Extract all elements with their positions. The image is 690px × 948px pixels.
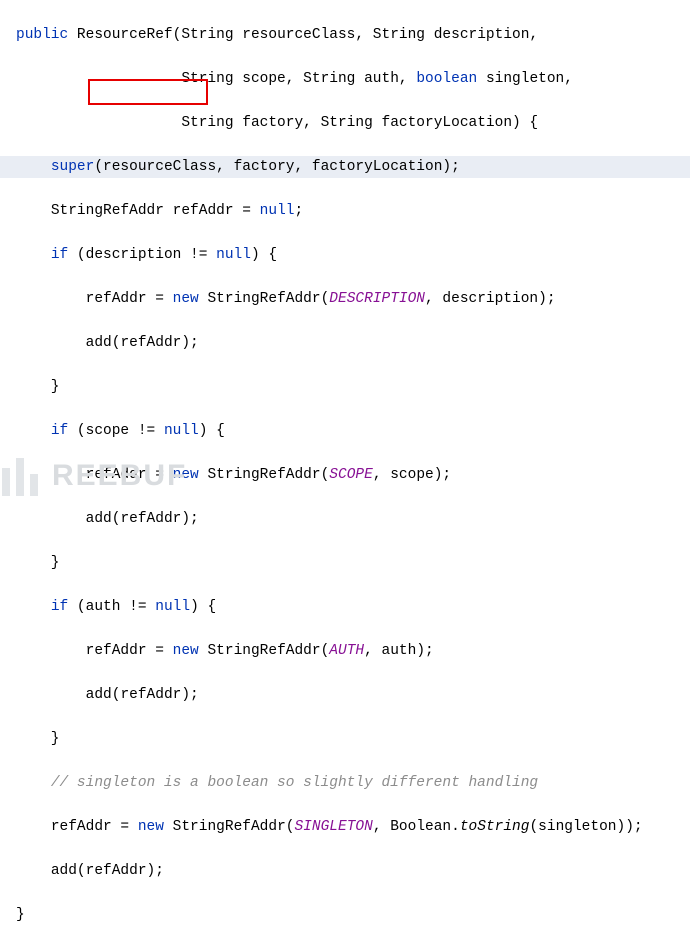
code-line: if (description != null) {	[0, 244, 690, 266]
var: description	[86, 247, 182, 263]
keyword-public: public	[16, 27, 68, 43]
code-line: add(refAddr);	[0, 860, 690, 882]
code-line: refAddr = new StringRefAddr(SINGLETON, B…	[0, 816, 690, 838]
arg: refAddr	[86, 863, 147, 879]
keyword-if: if	[51, 599, 68, 615]
code-line: refAddr = new StringRefAddr(DESCRIPTION,…	[0, 288, 690, 310]
code-line: }	[0, 376, 690, 398]
keyword-null: null	[164, 423, 199, 439]
arg: refAddr	[120, 687, 181, 703]
fn: add	[51, 863, 77, 879]
type-string: String	[321, 115, 373, 131]
const: SINGLETON	[294, 819, 372, 835]
arg: resourceClass	[103, 159, 216, 175]
code-line: add(refAddr);	[0, 508, 690, 530]
code-block: public ResourceRef(String resourceClass,…	[0, 0, 690, 948]
param: singleton	[486, 71, 564, 87]
var: refAddr	[86, 643, 147, 659]
keyword-new: new	[173, 643, 199, 659]
code-line: public ResourceRef(String resourceClass,…	[0, 24, 690, 46]
type-string: String	[181, 115, 233, 131]
arg: description	[442, 291, 538, 307]
code-line: StringRefAddr refAddr = null;	[0, 200, 690, 222]
const: AUTH	[329, 643, 364, 659]
arg: singleton	[538, 819, 616, 835]
var: refAddr	[86, 291, 147, 307]
comment: // singleton is a boolean so slightly di…	[51, 775, 538, 791]
arg: auth	[382, 643, 417, 659]
arg: refAddr	[120, 511, 181, 527]
code-line: add(refAddr);	[0, 332, 690, 354]
var: refAddr	[51, 819, 112, 835]
method-tostring: toString	[460, 819, 530, 835]
type: StringRefAddr	[207, 467, 320, 483]
param: description	[434, 27, 530, 43]
type: StringRefAddr	[173, 819, 286, 835]
var: refAddr	[86, 467, 147, 483]
type-string: String	[373, 27, 425, 43]
type: StringRefAddr	[207, 643, 320, 659]
param: factoryLocation	[382, 115, 513, 131]
keyword-null: null	[216, 247, 251, 263]
param: scope	[242, 71, 286, 87]
code-line: add(refAddr);	[0, 684, 690, 706]
param: resourceClass	[242, 27, 355, 43]
arg: scope	[390, 467, 434, 483]
keyword-boolean: boolean	[416, 71, 477, 87]
keyword-new: new	[173, 291, 199, 307]
code-line: }	[0, 728, 690, 750]
code-line: if (auth != null) {	[0, 596, 690, 618]
keyword-if: if	[51, 423, 68, 439]
code-line-highlighted: super(resourceClass, factory, factoryLoc…	[0, 156, 690, 178]
keyword-if: if	[51, 247, 68, 263]
constructor-name: ResourceRef	[77, 27, 173, 43]
code-line: String scope, String auth, boolean singl…	[0, 68, 690, 90]
code-line: refAddr = new StringRefAddr(AUTH, auth);	[0, 640, 690, 662]
var: auth	[86, 599, 121, 615]
var: scope	[86, 423, 130, 439]
keyword-new: new	[138, 819, 164, 835]
arg: factory	[234, 159, 295, 175]
const: DESCRIPTION	[329, 291, 425, 307]
type-string: String	[181, 27, 233, 43]
param: auth	[364, 71, 399, 87]
type-string: String	[181, 71, 233, 87]
arg: refAddr	[120, 335, 181, 351]
keyword-super: super	[51, 159, 95, 175]
code-line: if (scope != null) {	[0, 420, 690, 442]
const: SCOPE	[329, 467, 373, 483]
code-line: }	[0, 552, 690, 574]
fn: add	[86, 687, 112, 703]
code-line: refAddr = new StringRefAddr(SCOPE, scope…	[0, 464, 690, 486]
keyword-new: new	[173, 467, 199, 483]
arg: factoryLocation	[312, 159, 443, 175]
type: Boolean	[390, 819, 451, 835]
fn: add	[86, 511, 112, 527]
code-line: // singleton is a boolean so slightly di…	[0, 772, 690, 794]
type: StringRefAddr	[51, 203, 164, 219]
code-line: String factory, String factoryLocation) …	[0, 112, 690, 134]
keyword-null: null	[260, 203, 295, 219]
var: refAddr	[173, 203, 234, 219]
type: StringRefAddr	[207, 291, 320, 307]
type-string: String	[303, 71, 355, 87]
code-line: }	[0, 904, 690, 926]
param: factory	[242, 115, 303, 131]
fn: add	[86, 335, 112, 351]
keyword-null: null	[155, 599, 190, 615]
